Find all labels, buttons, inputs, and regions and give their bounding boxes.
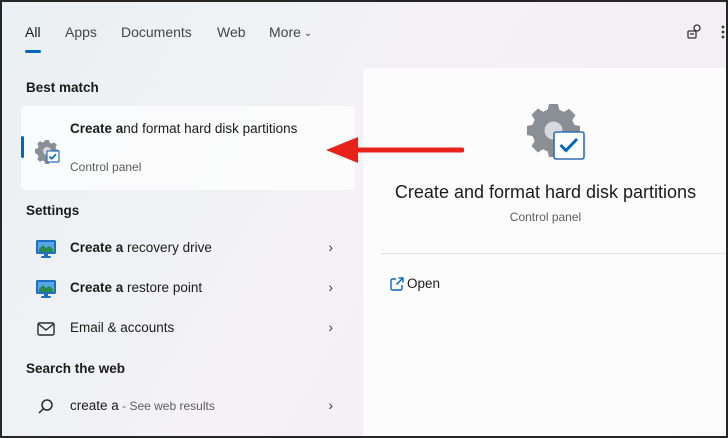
search-tabs: All Apps Documents Web More ⌄ [0, 0, 728, 62]
selection-indicator [21, 136, 24, 158]
chevron-right-icon[interactable]: › [328, 397, 333, 413]
open-label[interactable]: Open [407, 276, 440, 291]
control-panel-gear-icon [525, 102, 587, 162]
tab-more-label: More [269, 24, 301, 40]
chevron-right-icon[interactable]: › [328, 239, 333, 255]
setting-label-rest: Email & accounts [70, 320, 175, 335]
chevron-right-icon[interactable]: › [328, 319, 333, 335]
setting-email-accounts-label: Email & accounts [70, 320, 174, 335]
divider [381, 253, 728, 254]
best-match-title-bold: Create a [70, 121, 124, 136]
tab-more[interactable]: More ⌄ [269, 24, 312, 40]
best-match-title: Create and format hard disk partitions [70, 119, 310, 139]
setting-label-bold: Create a [70, 280, 124, 295]
active-tab-indicator [25, 50, 41, 53]
open-external-icon [390, 277, 404, 291]
chevron-right-icon[interactable]: › [328, 279, 333, 295]
control-panel-gear-icon [34, 138, 60, 164]
chevron-down-icon: ⌄ [303, 28, 313, 39]
web-result-row[interactable]: create a - See web results › [21, 387, 355, 427]
setting-label-rest: recovery drive [123, 240, 212, 255]
best-match-heading: Best match [26, 80, 99, 95]
web-result-label: create a - See web results [70, 398, 215, 413]
tab-apps[interactable]: Apps [65, 24, 97, 40]
monitor-icon [35, 239, 57, 259]
settings-heading: Settings [26, 203, 80, 218]
web-result-suffix: - See web results [118, 399, 215, 413]
detail-title: Create and format hard disk partitions [394, 182, 697, 202]
setting-restore-point-label: Create a restore point [70, 280, 202, 295]
tab-all[interactable]: All [25, 24, 41, 40]
setting-recovery-drive-label: Create a recovery drive [70, 240, 212, 255]
best-match-title-rest: nd format hard disk partitions [123, 121, 298, 136]
more-options-icon[interactable] [718, 22, 728, 42]
setting-label-bold: Create a [70, 240, 124, 255]
tab-documents[interactable]: Documents [121, 24, 192, 40]
account-switch-icon[interactable] [685, 22, 705, 42]
web-query: create a [70, 398, 119, 413]
tab-web[interactable]: Web [217, 24, 246, 40]
search-icon [35, 397, 57, 417]
monitor-icon [35, 279, 57, 299]
setting-recovery-drive[interactable]: Create a recovery drive › [21, 229, 355, 269]
detail-pane: Create and format hard disk partitions C… [363, 68, 728, 438]
detail-subtitle: Control panel [509, 210, 582, 224]
mail-icon [35, 319, 57, 339]
setting-email-accounts[interactable]: Email & accounts › [21, 309, 355, 349]
setting-label-rest: restore point [123, 280, 203, 295]
search-web-heading: Search the web [26, 361, 126, 376]
annotation-arrow-icon [326, 137, 464, 163]
best-match-subtitle: Control panel [70, 160, 142, 174]
setting-restore-point[interactable]: Create a restore point › [21, 269, 355, 309]
